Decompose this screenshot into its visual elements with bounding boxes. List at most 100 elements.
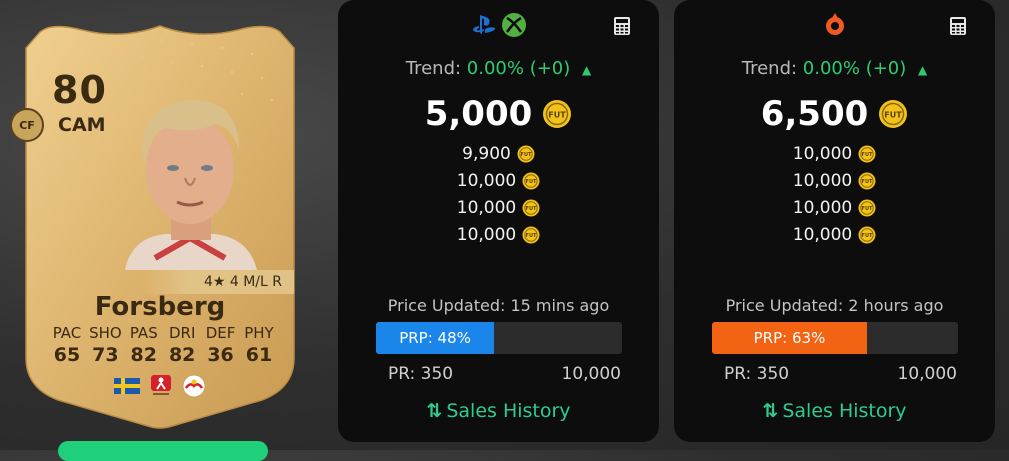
sales-history-link[interactable]: ⇅ Sales History [338,400,659,422]
pr-max: 10,000 [561,364,621,384]
list-item: 10,000 FUT [674,221,995,248]
prp-progress-bar: PRP: 48% [376,322,622,354]
fut-coin-icon: FUT [858,172,876,189]
sub-price: 10,000 [456,224,517,245]
list-item: 10,000 FUT [674,194,995,221]
sort-arrows-icon: ⇅ [426,400,443,422]
xbox-icon [501,13,526,37]
stat-label-sho: SHO [89,324,122,342]
list-item: 9,900 FUT [338,140,659,167]
list-item: 10,000 FUT [338,194,659,221]
sub-price: 10,000 [792,197,853,218]
coin-label: FUT [862,152,873,158]
coin-label: FUT [526,206,537,212]
list-item: 10,000 FUT [338,221,659,248]
stat-value-pas: 82 [130,344,157,366]
stat-value-pac: 65 [53,344,81,366]
platform-icons [338,12,659,38]
trend-up-icon: ▲ [582,63,592,77]
bundesliga-icon [151,375,171,395]
sweden-flag-icon [114,378,140,394]
stat-value-sho: 73 [92,344,119,366]
coin-label: FUT [862,233,873,239]
platform-icons [674,12,995,38]
sub-price: 10,000 [456,197,517,218]
stat-label-pac: PAC [52,324,82,342]
stat-value-phy: 61 [245,344,273,366]
trend-up-icon: ▲ [918,63,928,77]
player-face-image [125,99,257,270]
calculator-icon[interactable] [613,16,631,36]
trend-line: Trend: 0.00% (+0) ▲ [674,58,995,79]
trend-line: Trend: 0.00% (+0) ▲ [338,58,659,79]
trend-label: Trend: [405,58,462,79]
fut-coin-icon: FUT [543,100,572,128]
sales-history-label: Sales History [782,400,907,422]
origin-icon [825,13,844,35]
fut-coin-icon: FUT [879,100,908,128]
list-item: 10,000 FUT [674,167,995,194]
price-value: 6,500 [760,94,869,134]
fut-coin-icon: FUT [858,226,876,243]
card-rating: 80 [52,68,107,112]
fut-coin-icon: FUT [517,145,535,162]
fut-coin-icon: FUT [522,172,540,189]
stat-label-dri: DRI [168,324,196,342]
list-item: 10,000 FUT [338,167,659,194]
coin-label: FUT [520,152,531,158]
coin-label: FUT [885,111,903,120]
sales-history-link[interactable]: ⇅ Sales History [674,400,995,422]
pr-max: 10,000 [897,364,957,384]
stat-label-phy: PHY [244,324,274,342]
list-item: 10,000 FUT [674,140,995,167]
price-range: PR: 350 10,000 [724,364,957,384]
trend-value: 0.00% (+0) [802,58,907,79]
stat-values: 65 73 82 82 36 61 [48,344,278,366]
fut-coin-icon: FUT [522,226,540,243]
sales-history-label: Sales History [446,400,571,422]
sub-price: 9,900 [462,143,511,164]
sub-price: 10,000 [792,143,853,164]
coin-label: FUT [862,206,873,212]
sort-arrows-icon: ⇅ [762,400,779,422]
price-panel-console: Trend: 0.00% (+0) ▲ 5,000 FUT 9,900 FUT … [338,0,659,442]
other-prices-list: 10,000 FUT 10,000 FUT 10,000 FUT 10,000 … [674,140,995,248]
other-prices-list: 9,900 FUT 10,000 FUT 10,000 FUT 10,000 F… [338,140,659,248]
trend-label: Trend: [741,58,798,79]
coin-label: FUT [862,179,873,185]
stat-value-def: 36 [207,344,234,366]
player-card[interactable]: 80 CAM CF 4★ 4 M/L R Forsberg PAC SHO PA… [10,18,298,430]
price-updated-text: Price Updated: 15 mins ago [387,296,610,315]
price-panel-pc: Trend: 0.00% (+0) ▲ 6,500 FUT 10,000 FUT… [674,0,995,442]
coin-label: FUT [549,111,567,120]
playstation-icon [472,15,495,34]
price-updated-text: Price Updated: 2 hours ago [725,296,944,315]
card-badges [114,374,206,398]
stat-labels: PAC SHO PAS DRI DEF PHY [48,324,278,342]
prp-bar-fill: PRP: 63% [712,322,867,354]
skills-weakfoot-line: 4★ 4 M/L R [142,270,294,294]
lowest-price: 5,000 FUT [338,94,659,134]
card-action-button[interactable] [58,441,268,461]
sub-price: 10,000 [792,170,853,191]
lowest-price: 6,500 FUT [674,94,995,134]
calculator-icon[interactable] [949,16,967,36]
prp-bar-fill: PRP: 48% [376,322,495,354]
pr-min: PR: 350 [724,364,790,384]
price-value: 5,000 [424,94,533,134]
fut-coin-icon: FUT [858,199,876,216]
fut-coin-icon: FUT [858,145,876,162]
rb-leipzig-badge-icon [182,374,206,398]
pr-min: PR: 350 [388,364,454,384]
price-range: PR: 350 10,000 [388,364,621,384]
card-position: CAM [58,114,106,136]
stat-value-dri: 82 [168,344,196,366]
stat-label-def: DEF [205,324,236,342]
trend-value: 0.00% (+0) [466,58,571,79]
sub-price: 10,000 [456,170,517,191]
alt-position-badge: CF [10,108,44,142]
stat-label-pas: PAS [129,324,158,342]
sub-price: 10,000 [792,224,853,245]
prp-progress-bar: PRP: 63% [712,322,958,354]
coin-label: FUT [526,179,537,185]
